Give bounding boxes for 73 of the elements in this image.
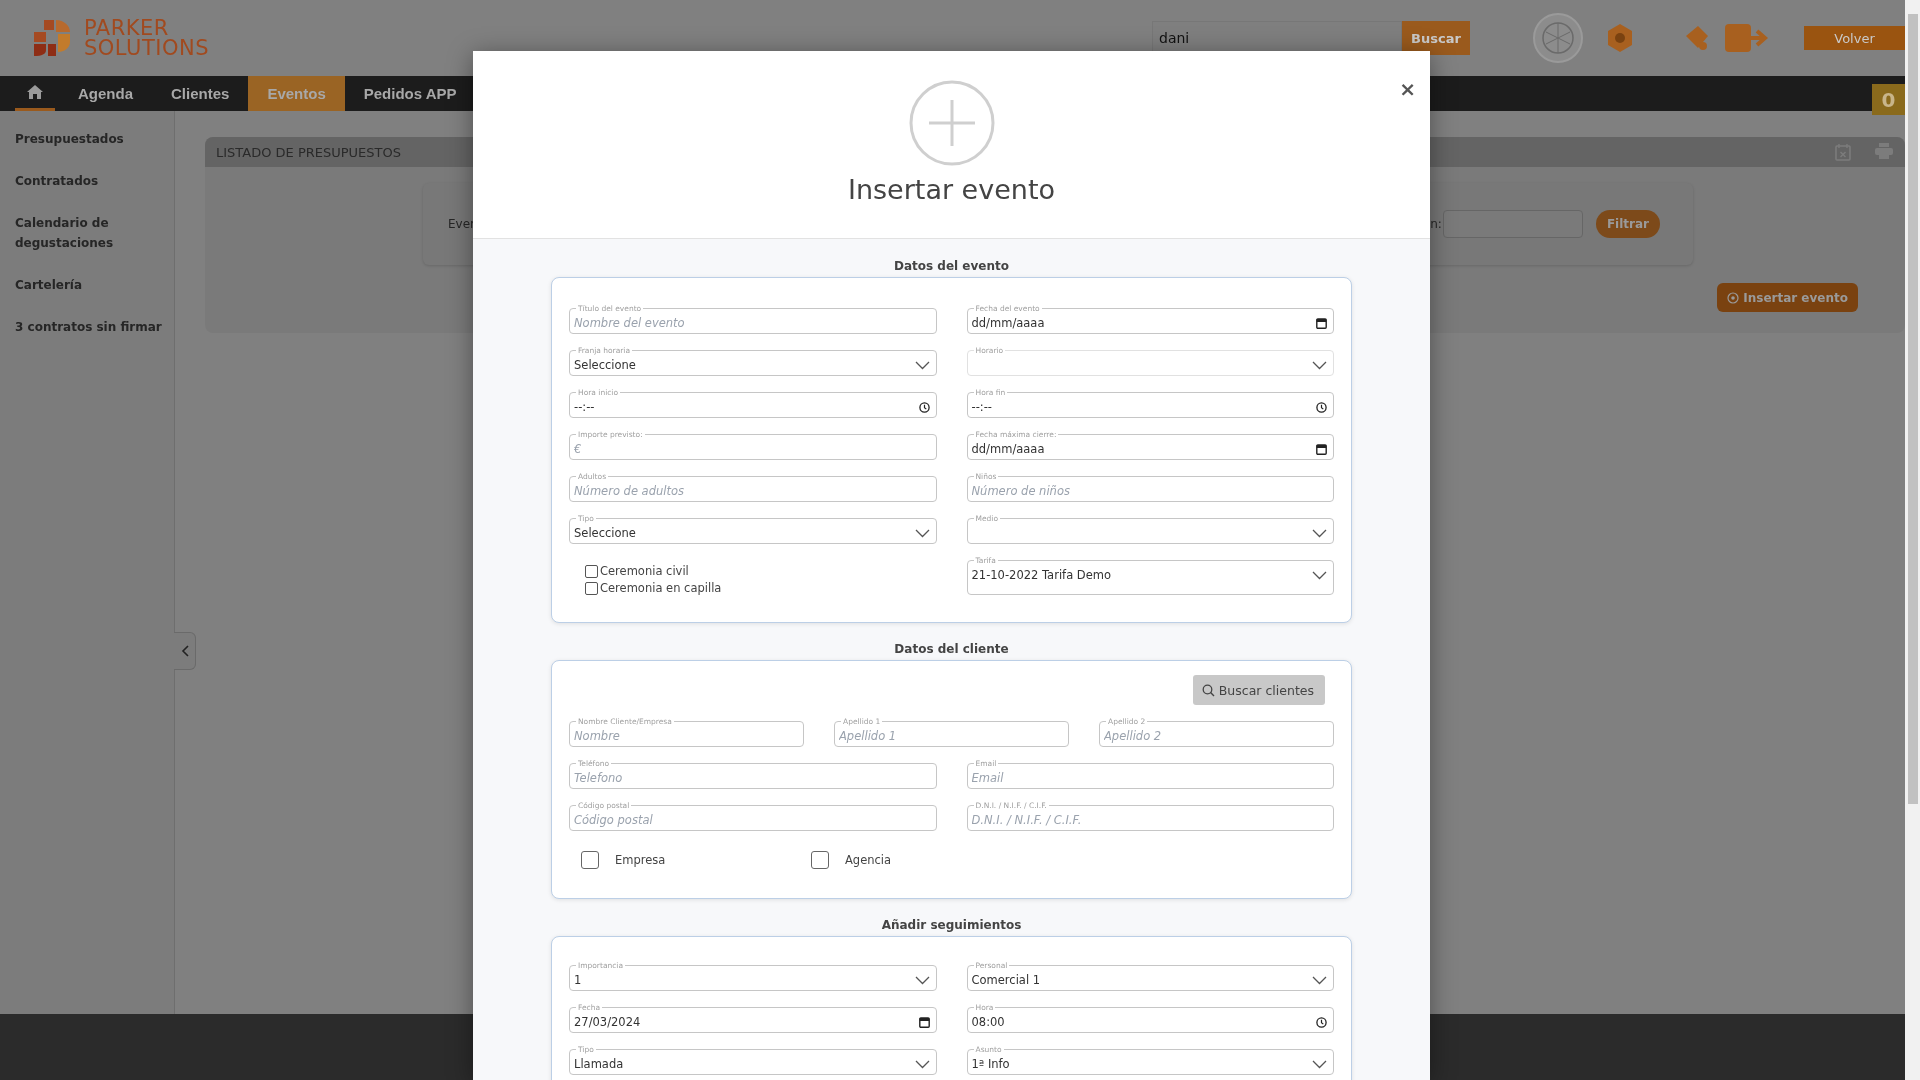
section-title: Añadir seguimientos — [880, 918, 1023, 932]
filter-label: n: — [1430, 217, 1442, 231]
calendar-icon — [1316, 317, 1327, 329]
checkbox-label: Empresa — [615, 853, 666, 867]
section-title: Datos del evento — [893, 259, 1010, 273]
text-input[interactable]: Nombre — [574, 729, 797, 743]
scrollbar[interactable] — [1905, 0, 1920, 1080]
close-button[interactable]: × — [1395, 77, 1420, 101]
chevron-down-icon — [914, 975, 930, 985]
plus-circle-icon — [908, 80, 995, 166]
calendar-icon — [918, 1016, 930, 1028]
avatar-icon[interactable] — [1532, 12, 1584, 64]
text-input[interactable]: Telefono — [574, 771, 930, 785]
text-input[interactable]: € — [574, 442, 930, 456]
logo-text: SOLUTIONS — [84, 38, 209, 58]
chevron-down-icon — [1312, 360, 1327, 370]
nav-tab[interactable]: Agenda — [59, 76, 152, 111]
chevron-down-icon — [1312, 570, 1327, 580]
sidebar-item[interactable]: Presupuestados — [15, 129, 165, 149]
filter-button[interactable]: Filtrar — [1595, 210, 1660, 238]
sidebar-item[interactable]: Calendario de degustaciones — [15, 213, 165, 253]
collapse-button[interactable] — [174, 632, 196, 670]
insert-button[interactable]: Insertar evento — [1717, 283, 1858, 312]
text-input[interactable]: Número de niños — [971, 484, 1327, 498]
filter-label: Ever — [448, 217, 475, 231]
search-button[interactable]: Buscar — [1402, 21, 1470, 55]
clock-icon — [918, 401, 930, 413]
calendar-icon — [1316, 443, 1327, 455]
print-icon[interactable] — [1875, 143, 1893, 159]
hexagon-icon[interactable] — [1606, 23, 1634, 53]
count-badge[interactable]: 0 — [1872, 84, 1905, 115]
chevron-down-icon — [914, 528, 930, 538]
logo-text: PARKER — [84, 18, 169, 38]
text-input[interactable]: Apellido 2 — [1104, 729, 1327, 743]
filter-field[interactable] — [1442, 210, 1583, 238]
search-clients-button[interactable]: Buscar clientes — [1192, 675, 1325, 705]
chevron-left-icon — [180, 645, 189, 657]
logo-icon — [32, 18, 72, 58]
section-title: Datos del cliente — [893, 642, 1010, 656]
modal-title: Insertar evento — [847, 174, 1056, 205]
search-icon — [1201, 683, 1215, 697]
checkbox[interactable] — [811, 851, 829, 869]
home-icon — [27, 85, 43, 99]
chevron-down-icon — [1312, 528, 1327, 538]
text-input[interactable]: Código postal — [574, 813, 930, 827]
logout-icon[interactable] — [1724, 23, 1770, 53]
checkbox[interactable] — [585, 564, 598, 578]
chevron-down-icon — [1312, 1059, 1327, 1069]
circle-icon — [1727, 291, 1740, 304]
calendar-delete-icon[interactable] — [1835, 143, 1851, 161]
clock-icon — [1316, 1016, 1327, 1028]
chevron-down-icon — [914, 1059, 930, 1069]
text-input[interactable]: Número de adultos — [574, 484, 930, 498]
nav-tab[interactable]: Pedidos APP — [344, 76, 476, 111]
checkbox[interactable] — [581, 851, 599, 869]
checkbox-label: Ceremonia civil — [600, 564, 689, 578]
panel-title: LISTADO DE PRESUPUESTOS — [216, 144, 401, 160]
checkbox-label: Ceremonia en capilla — [600, 581, 722, 595]
text-input[interactable]: Email — [971, 771, 1327, 785]
clock-icon — [1316, 401, 1327, 413]
sidebar-item[interactable]: Contratados — [15, 171, 165, 191]
nav-tab[interactable]: Eventos — [248, 76, 345, 111]
text-input[interactable]: Apellido 1 — [839, 729, 1062, 743]
back-button[interactable]: Volver — [1804, 26, 1905, 50]
nav-tab[interactable]: Clientes — [152, 76, 249, 111]
sidebar-item[interactable]: 3 contratos sin firmar — [15, 317, 165, 337]
checkbox-label: Agencia — [845, 853, 892, 867]
text-input[interactable]: Nombre del evento — [574, 316, 930, 330]
checkbox[interactable] — [585, 581, 598, 595]
chevron-down-icon — [914, 360, 930, 370]
sidebar-item[interactable]: Cartelería — [15, 275, 165, 295]
text-input[interactable]: D.N.I. / N.I.F. / C.I.F. — [971, 813, 1327, 827]
chevron-down-icon — [1312, 975, 1327, 985]
